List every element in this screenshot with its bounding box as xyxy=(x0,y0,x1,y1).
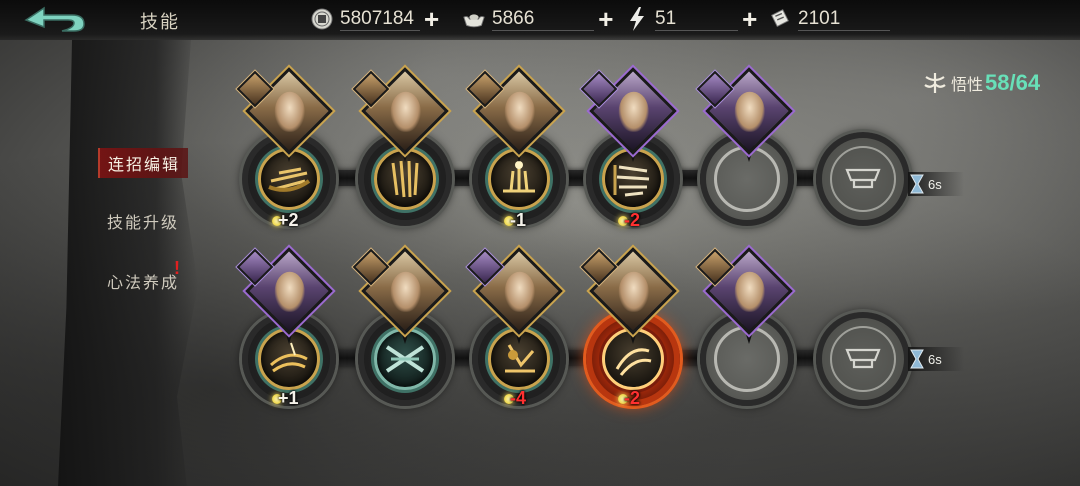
ingot-value: 5866 xyxy=(492,8,595,31)
add-stamina-button[interactable]: + xyxy=(742,6,757,32)
page-title: 技能 xyxy=(140,12,180,33)
hourglass-icon xyxy=(910,349,924,369)
back-button[interactable] xyxy=(22,4,88,36)
combo-slot-r2-end[interactable] xyxy=(816,312,910,406)
combo-end-icon xyxy=(845,348,881,369)
ticket-icon xyxy=(768,7,792,31)
stamina-resource: 51 + xyxy=(625,5,757,33)
add-ingot-button[interactable]: + xyxy=(598,6,613,32)
combo-track-1 xyxy=(252,170,892,186)
ticket-value: 2101 xyxy=(798,8,891,31)
coin-value: 5807184 xyxy=(340,8,420,31)
combo-slot-r1-end[interactable] xyxy=(816,132,910,226)
comprehension-label: 悟性 xyxy=(951,75,984,94)
combo-timer-value: 6s xyxy=(928,351,942,367)
stamina-lightning-icon xyxy=(625,7,649,31)
coin-resource: 5807184 + xyxy=(310,5,439,33)
ticket-resource: 2101 xyxy=(768,5,891,33)
comprehension-display: 悟性 58/64 xyxy=(922,70,1040,96)
comprehension-value: 58/64 xyxy=(985,70,1041,95)
combo-timer-value: 6s xyxy=(928,176,942,192)
back-arrow-icon xyxy=(24,6,85,32)
top-bar: 技能 5807184 + 5866 + 51 + 2101 xyxy=(0,0,1080,40)
combo-timer-1: 6s xyxy=(908,172,964,196)
combo-end-icon xyxy=(845,168,881,189)
hourglass-icon xyxy=(910,174,924,194)
add-coin-button[interactable]: + xyxy=(424,6,439,32)
alert-badge: ! xyxy=(174,258,180,278)
ingot-icon xyxy=(462,7,486,31)
comprehension-icon xyxy=(924,73,946,93)
combo-track-2 xyxy=(252,350,892,366)
menu-skill-upgrade[interactable]: 技能升级 xyxy=(98,206,188,236)
stamina-value: 51 xyxy=(655,8,739,31)
coin-icon xyxy=(310,7,334,31)
combo-timer-2: 6s xyxy=(908,347,964,371)
ingot-resource: 5866 + xyxy=(462,5,613,33)
menu-combo-edit[interactable]: 连招编辑 xyxy=(98,148,188,178)
